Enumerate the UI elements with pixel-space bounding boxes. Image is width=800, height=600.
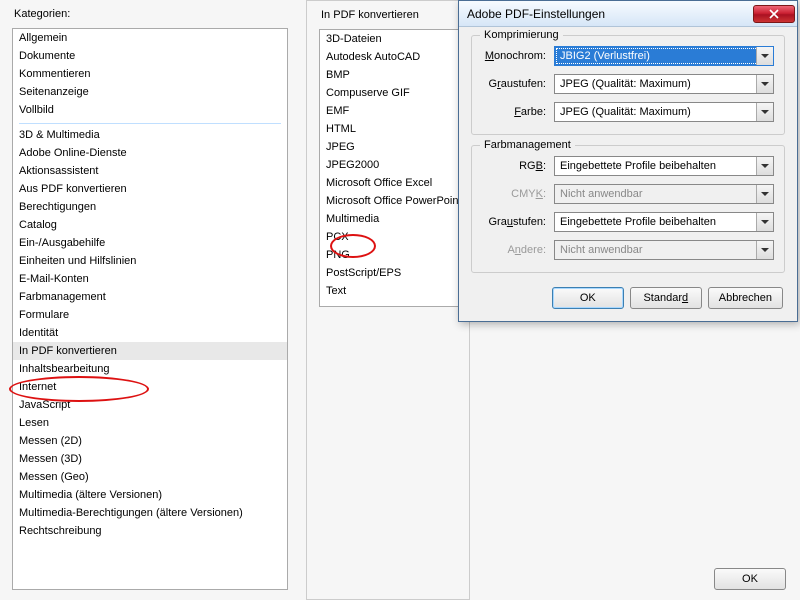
list-item[interactable]: Einheiten und Hilfslinien — [13, 252, 287, 270]
list-item[interactable]: Formulare — [13, 306, 287, 324]
list-item[interactable]: EMF — [320, 102, 460, 120]
farbe-value: JPEG (Qualität: Maximum) — [560, 106, 691, 118]
dialog-titlebar[interactable]: Adobe PDF-Einstellungen — [459, 1, 797, 27]
list-item[interactable]: Rechtschreibung — [13, 522, 287, 540]
list-item[interactable]: JavaScript — [13, 396, 287, 414]
rgb-label: RGB: — [482, 160, 554, 172]
list-item[interactable]: Seitenanzeige — [13, 83, 287, 101]
cmyk-value: Nicht anwendbar — [560, 188, 643, 200]
close-button[interactable] — [753, 5, 795, 23]
rgb-value: Eingebettete Profile beibehalten — [560, 160, 716, 172]
list-item[interactable]: Multimedia-Berechtigungen (ältere Versio… — [13, 504, 287, 522]
inpdf-panel: In PDF konvertieren 3D-DateienAutodesk A… — [306, 0, 470, 600]
komprimierung-legend: Komprimierung — [480, 29, 563, 41]
pdf-settings-dialog: Adobe PDF-Einstellungen Komprimierung Mo… — [458, 0, 798, 322]
komprimierung-group: Komprimierung Monochrom: JBIG2 (Verlustf… — [471, 35, 785, 135]
monochrom-label: Monochrom: — [482, 50, 554, 62]
rgb-dropdown[interactable]: Eingebettete Profile beibehalten — [554, 156, 774, 176]
list-item[interactable]: Microsoft Office Excel — [320, 174, 460, 192]
list-item[interactable]: Aus PDF konvertieren — [13, 180, 287, 198]
farbe-dropdown[interactable]: JPEG (Qualität: Maximum) — [554, 102, 774, 122]
list-item[interactable]: Dokumente — [13, 47, 287, 65]
ok-button-bottom[interactable]: OK — [714, 568, 786, 590]
ok-button[interactable]: OK — [552, 287, 624, 309]
cmyk-dropdown: Nicht anwendbar — [554, 184, 774, 204]
list-item[interactable]: Allgemein — [13, 29, 287, 47]
list-item[interactable]: PNG — [320, 246, 460, 264]
graustufen-dropdown[interactable]: JPEG (Qualität: Maximum) — [554, 74, 774, 94]
list-item[interactable]: JPEG2000 — [320, 156, 460, 174]
dialog-body: Komprimierung Monochrom: JBIG2 (Verlustf… — [459, 27, 797, 321]
list-item[interactable]: Berechtigungen — [13, 198, 287, 216]
list-item[interactable]: PostScript/EPS — [320, 264, 460, 282]
chevron-down-icon — [756, 75, 773, 93]
list-item[interactable]: Autodesk AutoCAD — [320, 48, 460, 66]
separator — [19, 123, 281, 124]
chevron-down-icon — [756, 213, 773, 231]
chevron-down-icon — [756, 185, 773, 203]
cmyk-label: CMYK: — [482, 188, 554, 200]
abbrechen-button[interactable]: Abbrechen — [708, 287, 783, 309]
close-icon — [769, 9, 779, 19]
list-item[interactable]: Text — [320, 282, 460, 300]
list-item[interactable]: HTML — [320, 120, 460, 138]
list-item[interactable]: BMP — [320, 66, 460, 84]
list-item[interactable]: Compuserve GIF — [320, 84, 460, 102]
andere-label: Andere: — [482, 244, 554, 256]
list-item[interactable]: Inhaltsbearbeitung — [13, 360, 287, 378]
list-item[interactable]: 3D-Dateien — [320, 30, 460, 48]
list-item[interactable]: Multimedia — [320, 210, 460, 228]
fm-graustufen-dropdown[interactable]: Eingebettete Profile beibehalten — [554, 212, 774, 232]
list-item[interactable]: Aktionsassistent — [13, 162, 287, 180]
list-item[interactable]: Identität — [13, 324, 287, 342]
dialog-button-row: OK Standard Abbrechen — [471, 283, 785, 309]
list-item[interactable]: In PDF konvertieren — [13, 342, 287, 360]
chevron-down-icon — [756, 47, 773, 65]
chevron-down-icon — [756, 103, 773, 121]
list-item[interactable]: JPEG — [320, 138, 460, 156]
list-item[interactable]: Farbmanagement — [13, 288, 287, 306]
list-item[interactable]: Adobe Online-Dienste — [13, 144, 287, 162]
list-item[interactable]: Messen (Geo) — [13, 468, 287, 486]
graustufen-value: JPEG (Qualität: Maximum) — [560, 78, 691, 90]
monochrom-value: JBIG2 (Verlustfrei) — [560, 50, 650, 62]
andere-value: Nicht anwendbar — [560, 244, 643, 256]
fm-graustufen-label: Graustufen: — [482, 216, 554, 228]
kategorien-listbox[interactable]: AllgemeinDokumenteKommentierenSeitenanze… — [12, 28, 288, 590]
farbmanagement-group: Farbmanagement RGB: Eingebettete Profile… — [471, 145, 785, 273]
dialog-title: Adobe PDF-Einstellungen — [467, 7, 753, 21]
kategorien-label: Kategorien: — [14, 8, 70, 20]
list-item[interactable]: 3D & Multimedia — [13, 126, 287, 144]
format-listbox[interactable]: 3D-DateienAutodesk AutoCADBMPCompuserve … — [319, 29, 461, 307]
list-item[interactable]: PCX — [320, 228, 460, 246]
farbe-label: Farbe: — [482, 106, 554, 118]
farbmanagement-legend: Farbmanagement — [480, 139, 575, 151]
list-item[interactable]: Lesen — [13, 414, 287, 432]
list-item[interactable]: Ein-/Ausgabehilfe — [13, 234, 287, 252]
list-item[interactable]: Messen (3D) — [13, 450, 287, 468]
list-item[interactable]: Internet — [13, 378, 287, 396]
inpdf-label: In PDF konvertieren — [321, 9, 419, 21]
list-item[interactable]: Multimedia (ältere Versionen) — [13, 486, 287, 504]
list-item[interactable]: Vollbild — [13, 101, 287, 119]
list-item[interactable]: E-Mail-Konten — [13, 270, 287, 288]
list-item[interactable]: Microsoft Office PowerPoint — [320, 192, 460, 210]
chevron-down-icon — [756, 157, 773, 175]
andere-dropdown: Nicht anwendbar — [554, 240, 774, 260]
graustufen-label: Graustufen: — [482, 78, 554, 90]
chevron-down-icon — [756, 241, 773, 259]
list-item[interactable]: Messen (2D) — [13, 432, 287, 450]
fm-graustufen-value: Eingebettete Profile beibehalten — [560, 216, 716, 228]
list-item[interactable]: Catalog — [13, 216, 287, 234]
monochrom-dropdown[interactable]: JBIG2 (Verlustfrei) — [554, 46, 774, 66]
standard-button[interactable]: Standard — [630, 287, 702, 309]
list-item[interactable]: Kommentieren — [13, 65, 287, 83]
